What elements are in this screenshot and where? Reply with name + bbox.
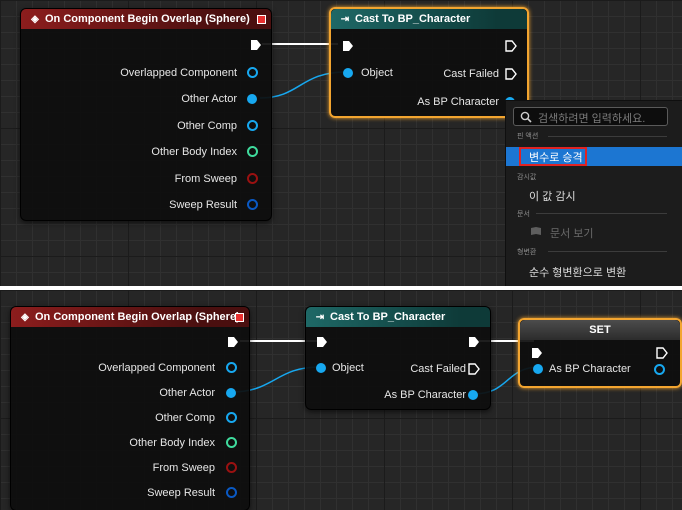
cast-failed-pin[interactable] — [505, 68, 517, 80]
as-bp-character-label: As BP Character — [384, 389, 466, 401]
exec-in-pin[interactable] — [531, 347, 543, 359]
search-icon — [520, 111, 532, 123]
object-input-pin[interactable] — [343, 68, 353, 78]
exec-in-pin[interactable] — [316, 336, 328, 348]
cast-node[interactable]: ⇥ Cast To BP_Character Object Cast Failed… — [329, 7, 529, 118]
search-placeholder: 검색하려면 입력하세요. — [538, 113, 646, 125]
event-node[interactable]: ◈ On Component Begin Overlap (Sphere) Ove… — [10, 306, 250, 510]
object-pin-connected[interactable] — [247, 94, 257, 104]
exec-out-pin[interactable] — [468, 336, 480, 348]
document-icon — [531, 227, 541, 235]
struct-pin-empty[interactable] — [247, 199, 258, 210]
pin-context-menu[interactable]: 검색하려면 입력하세요. 핀 액션 변수로 승격 감시값 이 값 감시 문서 문… — [505, 100, 682, 286]
top-blueprint-graph[interactable]: ◈ On Component Begin Overlap (Sphere) Ove… — [0, 0, 682, 286]
event-node[interactable]: ◈ On Component Begin Overlap (Sphere) Ove… — [20, 8, 272, 221]
object-pin-empty[interactable] — [247, 67, 258, 78]
pin-label: From Sweep — [152, 462, 215, 474]
section-divider — [548, 136, 667, 137]
cast-failed-label: Cast Failed — [443, 68, 499, 80]
cast-node[interactable]: ⇥ Cast To BP_Character Object Cast Failed… — [305, 306, 491, 410]
section-divider — [548, 251, 667, 252]
exec-out-pin[interactable] — [505, 40, 517, 52]
delegate-icon — [235, 313, 244, 322]
menu-item-view-docs[interactable]: 문서 보기 — [550, 225, 594, 241]
pin-label: Sweep Result — [147, 487, 215, 499]
section-label-watch: 감시값 — [517, 174, 537, 181]
pin-label: Other Comp — [177, 120, 237, 132]
cast-arrow-icon: ⇥ — [315, 312, 325, 323]
menu-item-watch-value[interactable]: 이 값 감시 — [529, 188, 576, 204]
set-input-label: As BP Character — [549, 363, 631, 375]
exec-in-pin[interactable] — [342, 40, 354, 52]
object-pin-connected[interactable] — [226, 388, 236, 398]
exec-out-pin[interactable] — [656, 347, 668, 359]
event-node-title: On Component Begin Overlap (Sphere) — [45, 13, 250, 25]
cast-node-title: Cast To BP_Character — [330, 311, 446, 323]
set-input-pin[interactable] — [533, 364, 543, 374]
section-label-casting: 형변환 — [517, 249, 537, 256]
pin-label: Other Actor — [159, 387, 215, 399]
section-divider — [536, 213, 667, 214]
object-pin-empty[interactable] — [226, 412, 237, 423]
cast-node-title: Cast To BP_Character — [355, 13, 471, 25]
object-pin-empty[interactable] — [226, 362, 237, 373]
cast-arrow-icon: ⇥ — [340, 14, 350, 25]
event-diamond-icon: ◈ — [21, 312, 29, 323]
object-input-pin[interactable] — [316, 363, 326, 373]
event-diamond-icon: ◈ — [31, 14, 39, 25]
cast-node-header[interactable]: ⇥ Cast To BP_Character — [331, 9, 527, 29]
int-pin-empty[interactable] — [226, 437, 237, 448]
event-node-title: On Component Begin Overlap (Sphere) — [35, 311, 240, 323]
pin-label: Other Comp — [155, 412, 215, 424]
set-node-title: SET — [589, 324, 611, 336]
menu-item-convert-pure-cast[interactable]: 순수 형변환으로 변환 — [529, 264, 626, 280]
bool-pin-empty[interactable] — [247, 173, 258, 184]
pin-label: Overlapped Component — [98, 362, 215, 374]
struct-pin-empty[interactable] — [226, 487, 237, 498]
pin-label: Other Body Index — [151, 146, 237, 158]
exec-out-pin[interactable] — [227, 336, 239, 348]
pin-label: Sweep Result — [169, 199, 237, 211]
section-label-docs: 문서 — [517, 211, 530, 218]
section-label-pin-actions: 핀 액션 — [517, 133, 539, 140]
exec-out-pin[interactable] — [250, 39, 262, 51]
pin-label: From Sweep — [174, 173, 237, 185]
object-pin-empty[interactable] — [247, 120, 258, 131]
pin-label: Overlapped Component — [120, 67, 237, 79]
cast-node-header[interactable]: ⇥ Cast To BP_Character — [306, 307, 490, 327]
cast-failed-label: Cast Failed — [410, 363, 466, 375]
bottom-blueprint-graph[interactable]: ◈ On Component Begin Overlap (Sphere) Ove… — [0, 290, 682, 510]
object-pin-label: Object — [332, 362, 364, 374]
as-bp-character-pin[interactable] — [468, 390, 478, 400]
set-node-header[interactable]: SET — [520, 320, 680, 340]
event-node-header[interactable]: ◈ On Component Begin Overlap (Sphere) — [21, 9, 271, 29]
set-output-pin[interactable] — [654, 364, 665, 375]
menu-search-input[interactable]: 검색하려면 입력하세요. — [513, 107, 668, 126]
as-bp-character-label: As BP Character — [417, 96, 499, 108]
set-node[interactable]: SET As BP Character — [518, 318, 682, 388]
event-node-header[interactable]: ◈ On Component Begin Overlap (Sphere) — [11, 307, 249, 327]
annotation-red-box — [519, 147, 587, 166]
object-pin-label: Object — [361, 67, 393, 79]
bool-pin-empty[interactable] — [226, 462, 237, 473]
pin-label: Other Actor — [181, 93, 237, 105]
pin-label: Other Body Index — [129, 437, 215, 449]
delegate-icon — [257, 15, 266, 24]
int-pin-empty[interactable] — [247, 146, 258, 157]
cast-failed-pin[interactable] — [468, 363, 480, 375]
